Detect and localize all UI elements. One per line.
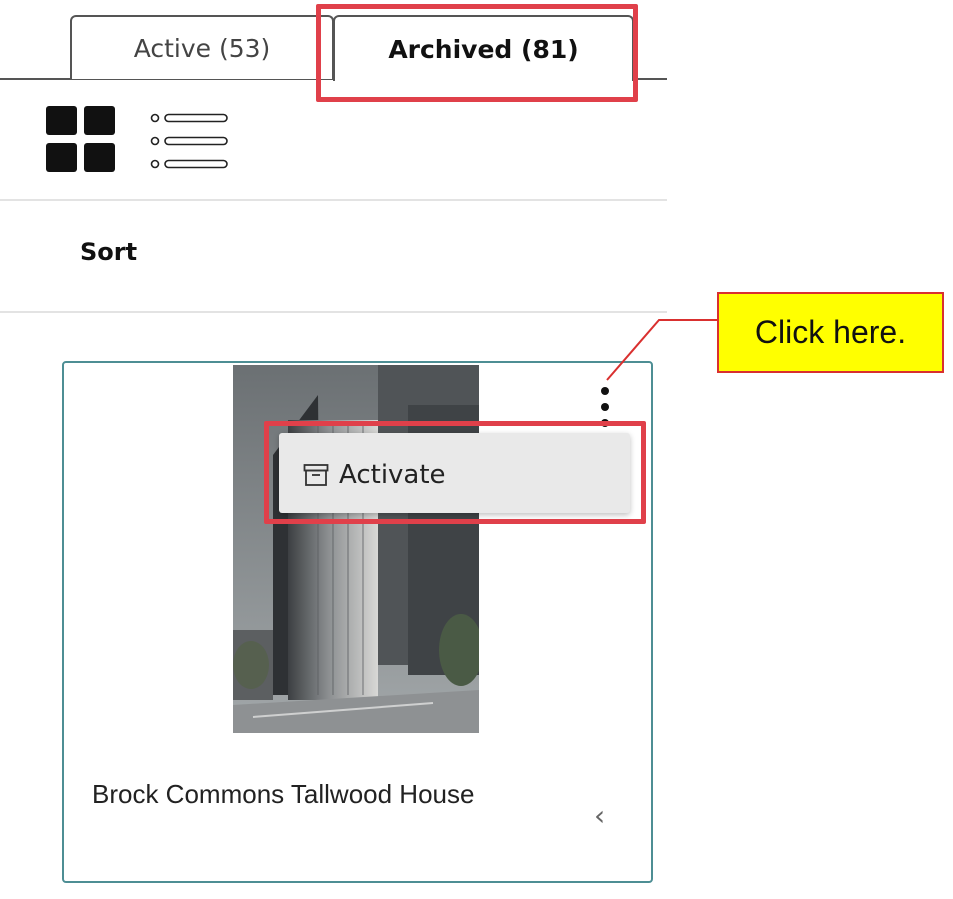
list-view-icon[interactable] bbox=[148, 110, 232, 174]
tab-active-label: Active (53) bbox=[133, 33, 271, 63]
chevron-left-icon[interactable]: ‹ bbox=[594, 799, 605, 832]
tab-active[interactable]: Active (53) bbox=[70, 15, 334, 79]
callout-text: Click here. bbox=[754, 314, 907, 350]
grid-view-icon[interactable] bbox=[46, 106, 115, 172]
archived-tab-highlight bbox=[316, 4, 638, 102]
divider bbox=[0, 199, 667, 201]
card-title: Brock Commons Tallwood House bbox=[92, 779, 475, 809]
activate-highlight bbox=[264, 421, 646, 524]
instruction-callout: Click here. bbox=[717, 292, 944, 373]
divider bbox=[0, 311, 667, 313]
sort-button[interactable]: Sort bbox=[80, 238, 137, 266]
